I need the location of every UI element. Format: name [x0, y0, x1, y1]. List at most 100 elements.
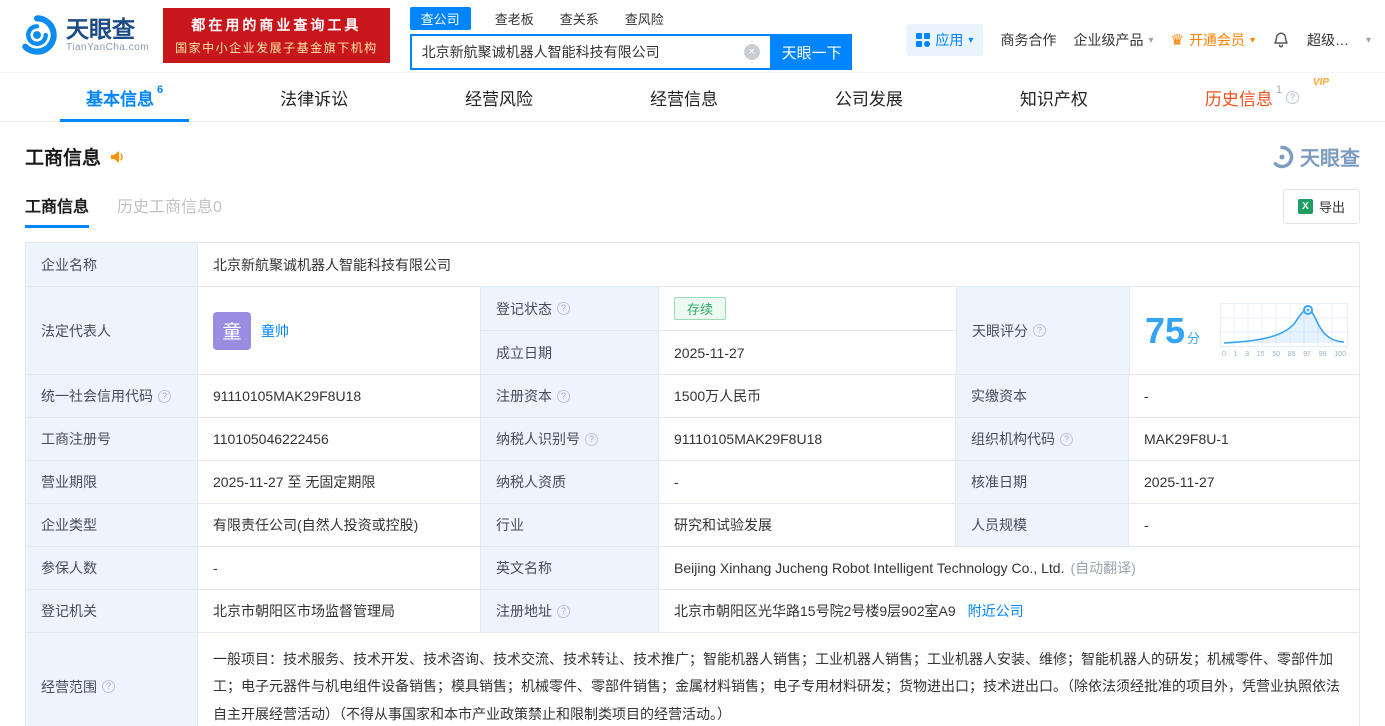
- help-icon[interactable]: ?: [585, 432, 598, 446]
- table-row: 登记机关 北京市朝阳区市场监督管理局 注册地址 ? 北京市朝阳区光华路15号院2…: [26, 590, 1359, 633]
- tab-basic-info[interactable]: 基本信息 6: [60, 73, 190, 122]
- help-icon[interactable]: ?: [158, 389, 171, 403]
- more-menu[interactable]: ▾: [1366, 35, 1371, 46]
- legal-rep-link[interactable]: 童帅: [261, 321, 289, 341]
- enterprise-products-menu[interactable]: 企业级产品 ▾: [1073, 30, 1153, 50]
- table-row: 营业期限 2025-11-27 至 无固定期限 纳税人资质 - 核准日期 202…: [26, 461, 1359, 504]
- legal-rep-avatar[interactable]: 童: [213, 311, 251, 350]
- status-date-block: 登记状态 ? 存续 成立日期 2025-11-27: [481, 287, 957, 374]
- subtabs-row: 工商信息 历史工商信息0 X 导出: [25, 189, 1360, 228]
- search-box[interactable]: ×: [409, 34, 772, 70]
- notifications-button[interactable]: [1272, 31, 1290, 49]
- chevron-down-icon: ▾: [1365, 34, 1371, 46]
- clear-search-icon[interactable]: ×: [743, 44, 760, 60]
- tab-operation-info[interactable]: 经营信息: [624, 73, 744, 121]
- promo-line1: 都在用的商业查询工具: [191, 16, 362, 33]
- score-label: 天眼评分 ?: [957, 287, 1130, 374]
- table-row: 法定代表人 童 童帅 登记状态 ? 存续 成立日期 2025-11-27 天眼评…: [26, 287, 1359, 375]
- chevron-down-icon: ▾: [1249, 34, 1255, 46]
- section-header: 工商信息 天眼查: [25, 142, 1360, 171]
- help-icon[interactable]: ?: [557, 389, 570, 403]
- help-icon[interactable]: ?: [557, 302, 570, 315]
- export-button[interactable]: X 导出: [1282, 189, 1360, 224]
- search-tab-company[interactable]: 查公司: [409, 6, 471, 30]
- brand-name: 天眼查: [66, 15, 135, 42]
- search-button[interactable]: 天眼一下: [771, 34, 852, 70]
- tab-company-development-label: 公司发展: [834, 89, 903, 109]
- tab-history-info-badge: 1: [1275, 84, 1282, 96]
- tab-company-development[interactable]: 公司发展: [809, 73, 929, 121]
- apps-grid-icon: [916, 33, 931, 47]
- brand-logo-text: 天眼查 TianYanCha.com: [66, 15, 149, 53]
- reg-number-label: 工商注册号: [26, 418, 198, 460]
- subtab-history-business-info[interactable]: 历史工商信息0: [117, 193, 222, 228]
- user-menu-label: 超级…: [1306, 32, 1349, 48]
- org-code-value: MAK29F8U-1: [1129, 418, 1359, 460]
- staff-size-value: -: [1129, 504, 1359, 546]
- promo-banner[interactable]: 都在用的商业查询工具 国家中小企业发展子基金旗下机构: [163, 7, 390, 63]
- staff-size-label: 人员规模: [956, 504, 1129, 546]
- tab-intellectual-property-label: 知识产权: [1019, 89, 1088, 109]
- business-scope-value: 一般项目：技术服务、技术开发、技术咨询、技术交流、技术转让、技术推广；智能机器人…: [198, 633, 1359, 726]
- help-icon[interactable]: ?: [102, 680, 115, 694]
- top-header: 天眼查 TianYanCha.com 都在用的商业查询工具 国家中小企业发展子基…: [0, 0, 1385, 72]
- reg-status-row: 登记状态 ? 存续: [481, 287, 956, 331]
- brand-logo[interactable]: 天眼查 TianYanCha.com: [16, 14, 149, 56]
- announcement-horn-icon[interactable]: [109, 149, 125, 165]
- subtab-business-info[interactable]: 工商信息: [25, 193, 90, 228]
- credit-code-label: 统一社会信用代码 ?: [26, 375, 198, 417]
- taxpayer-id-value: 91110105MAK29F8U18: [659, 418, 956, 460]
- reg-number-value: 110105046222456: [198, 418, 481, 460]
- nearby-companies-link[interactable]: 附近公司: [968, 601, 1024, 621]
- table-row: 统一社会信用代码 ? 91110105MAK29F8U18 注册资本 ? 150…: [26, 375, 1359, 418]
- tab-legal-litigation[interactable]: 法律诉讼: [254, 73, 374, 121]
- search-input[interactable]: [411, 44, 744, 60]
- reg-authority-label: 登记机关: [26, 590, 198, 632]
- taxpayer-id-label: 纳税人识别号 ?: [481, 418, 659, 460]
- business-cooperation-link[interactable]: 商务合作: [1000, 30, 1056, 50]
- user-menu[interactable]: 超级…: [1307, 30, 1349, 50]
- english-name-value: Beijing Xinhang Jucheng Robot Intelligen…: [659, 547, 1359, 589]
- main-content: 工商信息 天眼查 工商信息 历史工商信息0 X 导出 企业名称 北京新航聚诚机器…: [0, 142, 1385, 726]
- search-tab-risk[interactable]: 查风险: [623, 7, 666, 30]
- bell-icon: [1274, 32, 1288, 48]
- business-cooperation-label: 商务合作: [1000, 32, 1057, 48]
- table-row: 经营范围 ? 一般项目：技术服务、技术开发、技术咨询、技术交流、技术转让、技术推…: [26, 633, 1359, 726]
- establish-date-label: 成立日期: [481, 331, 659, 374]
- search-tab-boss[interactable]: 查老板: [493, 7, 536, 30]
- help-icon[interactable]: ?: [1285, 90, 1299, 104]
- business-info-table: 企业名称 北京新航聚诚机器人智能科技有限公司 法定代表人 童 童帅 登记状态 ?…: [25, 242, 1360, 726]
- legal-rep-label: 法定代表人: [26, 287, 198, 374]
- address-label: 注册地址 ?: [481, 590, 659, 632]
- tab-history-info[interactable]: VIP 历史信息 1 ?: [1179, 73, 1329, 121]
- company-name-label: 企业名称: [26, 243, 198, 286]
- search-tab-relation[interactable]: 查关系: [558, 7, 601, 30]
- english-name-label: 英文名称: [481, 547, 659, 589]
- table-row: 企业类型 有限责任公司(自然人投资或控股) 行业 研究和试验发展 人员规模 -: [26, 504, 1359, 547]
- tianyancha-watermark: 天眼查: [1270, 142, 1360, 171]
- legal-rep-value: 童 童帅: [198, 287, 481, 374]
- tab-legal-litigation-label: 法律诉讼: [280, 89, 349, 109]
- table-row: 企业名称 北京新航聚诚机器人智能科技有限公司: [26, 243, 1359, 287]
- tab-operation-info-label: 经营信息: [649, 89, 718, 109]
- open-vip-menu[interactable]: ♛ 开通会员 ▾: [1170, 30, 1254, 50]
- score-axis-ticks: 01 3 15 50 85 97 99 100: [1222, 351, 1346, 358]
- table-row: 工商注册号 110105046222456 纳税人识别号 ? 91110105M…: [26, 418, 1359, 461]
- tab-operation-risk[interactable]: 经营风险: [439, 73, 559, 121]
- apps-menu[interactable]: 应用 ▾: [906, 24, 984, 56]
- business-term-label: 营业期限: [26, 461, 198, 503]
- industry-label: 行业: [481, 504, 659, 546]
- search-type-tabs: 查公司 查老板 查关系 查风险: [409, 6, 852, 30]
- help-icon[interactable]: ?: [557, 604, 570, 618]
- chevron-down-icon: ▾: [1148, 34, 1154, 46]
- insured-value: -: [198, 547, 481, 589]
- paid-capital-value: -: [1129, 375, 1359, 417]
- reg-status-value: 存续: [659, 287, 956, 330]
- reg-authority-value: 北京市朝阳区市场监督管理局: [198, 590, 481, 632]
- tab-intellectual-property[interactable]: 知识产权: [994, 73, 1114, 121]
- score-value: 75 分 0 1 3 15 50 85 97 99 100: [1130, 287, 1359, 374]
- help-icon[interactable]: ?: [1060, 432, 1073, 446]
- establish-date-value: 2025-11-27: [659, 331, 956, 374]
- approval-date-value: 2025-11-27: [1129, 461, 1359, 503]
- help-icon[interactable]: ?: [1033, 324, 1046, 337]
